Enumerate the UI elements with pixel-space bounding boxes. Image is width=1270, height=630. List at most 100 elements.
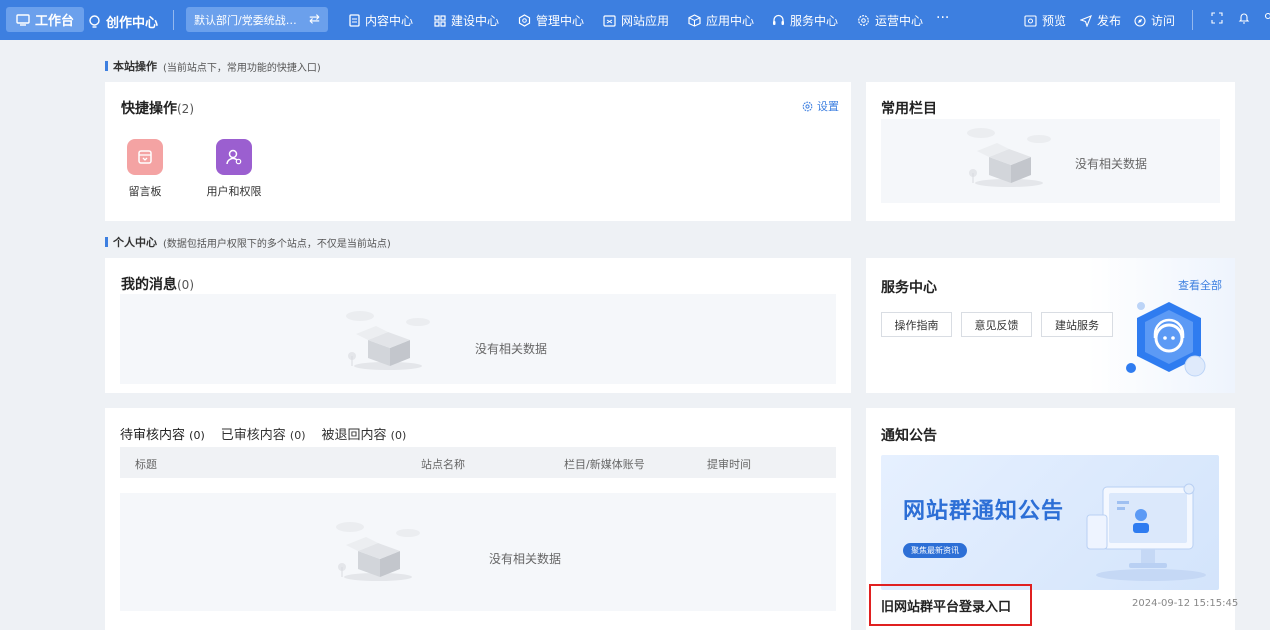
tab-count: (0): [289, 429, 306, 442]
guide-button[interactable]: 操作指南: [881, 312, 952, 337]
review-table-header: 标题 站点名称 栏目/新媒体账号 提审时间: [120, 447, 836, 478]
workbench-button[interactable]: 工作台: [6, 7, 85, 32]
quick-ops-title-text: 快捷操作: [121, 101, 177, 117]
service-center-title: 服务中心: [881, 280, 937, 296]
site-ops-section-title: 本站操作 (当前站点下，常用功能的快捷入口): [105, 58, 321, 74]
menu-service-center[interactable]: 服务中心: [772, 12, 838, 29]
preview-button[interactable]: 预览: [1024, 12, 1066, 29]
browser-icon: [603, 14, 616, 27]
menu-manage-center[interactable]: 管理中心: [518, 12, 584, 29]
nav-divider: [1192, 10, 1193, 30]
headset-icon: [773, 14, 784, 25]
menu-label: 应用中心: [706, 14, 755, 28]
empty-box-illustration: [967, 128, 1051, 187]
messages-title: 我的消息(0): [121, 274, 194, 294]
user-button[interactable]: [1262, 12, 1270, 24]
column-header-title: 标题: [135, 458, 157, 471]
messages-count: (0): [177, 278, 194, 292]
empty-text: 没有相关数据: [489, 552, 562, 566]
notice-banner[interactable]: 网站群通知公告 聚焦最新资讯: [881, 455, 1219, 590]
column-header-site: 站点名称: [421, 458, 465, 471]
visit-label: 访问: [1151, 14, 1176, 28]
nav-divider: [173, 10, 174, 30]
tab-count: (0): [189, 429, 205, 442]
site-service-button[interactable]: 建站服务: [1041, 312, 1113, 337]
notice-banner-pill: 聚焦最新资讯: [903, 543, 967, 558]
user-icon: [1264, 12, 1270, 20]
send-icon: [1080, 14, 1092, 27]
cube-icon: [688, 14, 701, 27]
menu-build-center[interactable]: 建设中心: [434, 12, 499, 29]
personal-section-title: 个人中心 (数据包括用户权限下的多个站点，不仅是当前站点): [105, 234, 391, 250]
bell-icon: [1238, 13, 1250, 24]
tab-label: 被退回内容: [321, 428, 387, 443]
quick-ops-settings-button[interactable]: 设置: [802, 98, 839, 114]
menu-label: 运营中心: [875, 14, 924, 28]
old-platform-login-link[interactable]: 旧网站群平台登录入口: [869, 584, 1032, 626]
menu-content-center[interactable]: 内容中心: [349, 12, 413, 29]
dept-label: 默认部门/党委统战部...: [194, 13, 302, 27]
messages-title-text: 我的消息: [121, 277, 177, 293]
publish-button[interactable]: 发布: [1080, 12, 1121, 29]
notice-banner-title: 网站群通知公告: [903, 499, 1065, 524]
quick-item-users-permissions[interactable]: 用户和权限: [199, 139, 269, 199]
menu-app-center[interactable]: 应用中心: [688, 12, 754, 29]
menu-label: 管理中心: [536, 14, 585, 28]
empty-text: 没有相关数据: [475, 342, 548, 356]
document-icon: [349, 14, 360, 27]
monitor-icon: [16, 13, 30, 26]
review-empty: 没有相关数据: [120, 493, 836, 611]
scan-icon: [1211, 12, 1223, 24]
eye-icon: [1024, 14, 1037, 27]
section-marker: [105, 237, 108, 247]
messages-card: 我的消息(0) 没有相关数据: [105, 258, 851, 393]
quick-item-message-board[interactable]: 留言板: [110, 139, 180, 199]
menu-ops-center[interactable]: 运营中心: [857, 12, 923, 29]
more-menu-button[interactable]: ···: [936, 10, 949, 26]
common-columns-empty: 没有相关数据: [881, 119, 1220, 203]
messages-empty: 没有相关数据: [120, 294, 836, 384]
settings-label: 设置: [817, 100, 839, 113]
create-center-button[interactable]: 创作中心: [88, 12, 158, 31]
hexagon-icon: [518, 14, 531, 27]
top-nav: 工作台 创作中心 默认部门/党委统战部... ⇄ 内容中心 建设中心 管理中心 …: [0, 0, 1270, 40]
tab-label: 已审核内容: [220, 428, 286, 443]
message-board-icon: [127, 139, 163, 175]
quick-item-label: 留言板: [128, 185, 162, 198]
visit-button[interactable]: 访问: [1134, 12, 1175, 29]
column-header-time: 提审时间: [707, 458, 751, 471]
workbench-label: 工作台: [35, 14, 75, 29]
menu-label: 服务中心: [790, 14, 839, 28]
menu-label: 建设中心: [451, 14, 500, 28]
service-center-card: 服务中心 查看全部 操作指南 意见反馈 建站服务: [866, 258, 1235, 393]
feedback-button[interactable]: 意见反馈: [961, 312, 1032, 337]
bulb-icon: [89, 15, 100, 28]
menu-web-apps[interactable]: 网站应用: [603, 12, 669, 29]
notification-button[interactable]: [1238, 12, 1250, 24]
section-title-text: 个人中心: [113, 236, 157, 249]
notice-title: 通知公告: [881, 428, 937, 444]
scan-button[interactable]: [1211, 12, 1223, 24]
column-header-column: 栏目/新媒体账号: [564, 458, 645, 471]
common-columns-card: 常用栏目 没有相关数据: [866, 82, 1235, 221]
view-all-link[interactable]: 查看全部: [1178, 277, 1222, 293]
menu-label: 网站应用: [621, 14, 670, 28]
common-columns-title: 常用栏目: [881, 101, 937, 117]
section-subtitle: (当前站点下，常用功能的快捷入口): [163, 62, 321, 74]
tab-label: 待审核内容: [120, 428, 186, 443]
monitor-illustration: [1086, 483, 1206, 581]
quick-ops-card: 快捷操作(2) 设置 留言板 用户和权限: [105, 82, 851, 221]
gear-icon: [858, 15, 869, 26]
customer-service-illustration: [1126, 302, 1206, 377]
section-marker: [105, 61, 108, 71]
tab-count: (0): [390, 429, 407, 442]
section-subtitle: (数据包括用户权限下的多个站点，不仅是当前站点): [163, 238, 391, 250]
gear-icon: [802, 101, 813, 111]
more-label: ···: [936, 10, 950, 26]
dept-selector[interactable]: 默认部门/党委统战部... ⇄: [186, 7, 328, 32]
quick-ops-count: (2): [177, 102, 194, 116]
notice-date: 2024-09-12 15:15:45: [1132, 598, 1239, 609]
empty-box-illustration: [336, 522, 420, 581]
section-title-text: 本站操作: [113, 60, 157, 73]
menu-label: 内容中心: [365, 14, 414, 28]
